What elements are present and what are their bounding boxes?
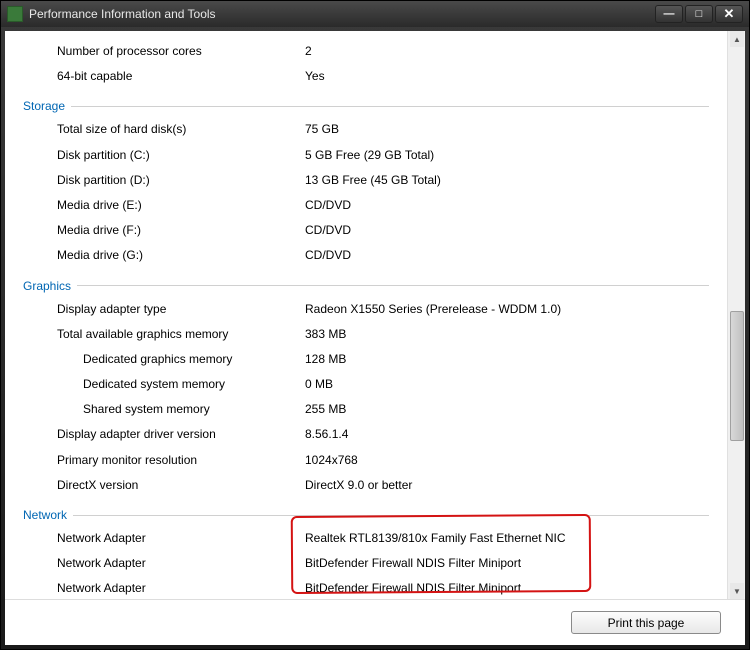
info-row: Dedicated system memory0 MB xyxy=(23,372,709,397)
info-label: Media drive (E:) xyxy=(57,196,305,215)
info-label: Network Adapter xyxy=(57,554,305,573)
content-area: Number of processor cores264-bit capable… xyxy=(5,31,745,645)
info-label: Disk partition (D:) xyxy=(57,171,305,190)
section-heading: Storage xyxy=(23,99,709,113)
info-value: BitDefender Firewall NDIS Filter Minipor… xyxy=(305,579,521,598)
info-label: Display adapter type xyxy=(57,300,305,319)
section-heading-label: Storage xyxy=(23,99,65,113)
app-icon xyxy=(7,6,23,22)
scroll-up-arrow-icon[interactable]: ▲ xyxy=(730,31,744,47)
info-value: 75 GB xyxy=(305,120,339,139)
info-row: Dedicated graphics memory128 MB xyxy=(23,347,709,372)
window-title: Performance Information and Tools xyxy=(29,7,655,21)
info-label: Disk partition (C:) xyxy=(57,146,305,165)
info-value: DirectX 9.0 or better xyxy=(305,476,412,495)
scrollbar-thumb[interactable] xyxy=(730,311,744,441)
info-label: Network Adapter xyxy=(57,579,305,598)
info-value: 128 MB xyxy=(305,350,346,369)
info-label: Media drive (F:) xyxy=(57,221,305,240)
scroll-viewport: Number of processor cores264-bit capable… xyxy=(5,31,727,599)
section-heading-label: Graphics xyxy=(23,279,71,293)
divider xyxy=(71,106,709,107)
info-value: CD/DVD xyxy=(305,196,351,215)
info-value: BitDefender Firewall NDIS Filter Minipor… xyxy=(305,554,521,573)
info-label: Media drive (G:) xyxy=(57,246,305,265)
info-row: Network AdapterBitDefender Firewall NDIS… xyxy=(23,576,709,599)
divider xyxy=(77,285,709,286)
info-row: Total available graphics memory383 MB xyxy=(23,322,709,347)
info-value: 13 GB Free (45 GB Total) xyxy=(305,171,441,190)
info-row: Number of processor cores2 xyxy=(23,39,709,64)
info-row: Media drive (E:)CD/DVD xyxy=(23,193,709,218)
info-row: Disk partition (C:)5 GB Free (29 GB Tota… xyxy=(23,143,709,168)
window-controls: — □ ✕ xyxy=(655,5,743,23)
info-label: DirectX version xyxy=(57,476,305,495)
info-value: Yes xyxy=(305,67,325,86)
info-label: Number of processor cores xyxy=(57,42,305,61)
info-value: 2 xyxy=(305,42,312,61)
info-label: Network Adapter xyxy=(57,529,305,548)
info-value: 1024x768 xyxy=(305,451,358,470)
titlebar[interactable]: Performance Information and Tools — □ ✕ xyxy=(1,1,749,27)
info-label: Dedicated system memory xyxy=(83,375,305,394)
info-row: Network AdapterBitDefender Firewall NDIS… xyxy=(23,551,709,576)
info-label: Display adapter driver version xyxy=(57,425,305,444)
info-value: 383 MB xyxy=(305,325,346,344)
info-value: CD/DVD xyxy=(305,221,351,240)
info-row: DirectX versionDirectX 9.0 or better xyxy=(23,473,709,498)
info-value: 8.56.1.4 xyxy=(305,425,348,444)
info-row: Disk partition (D:)13 GB Free (45 GB Tot… xyxy=(23,168,709,193)
info-row: Shared system memory255 MB xyxy=(23,397,709,422)
info-label: Shared system memory xyxy=(83,400,305,419)
footer-bar: Print this page xyxy=(5,599,745,645)
info-value: 5 GB Free (29 GB Total) xyxy=(305,146,434,165)
info-value: Realtek RTL8139/810x Family Fast Etherne… xyxy=(305,529,566,548)
print-page-button[interactable]: Print this page xyxy=(571,611,721,634)
info-row: Network AdapterRealtek RTL8139/810x Fami… xyxy=(23,526,709,551)
info-row: Total size of hard disk(s)75 GB xyxy=(23,117,709,142)
info-row: Display adapter driver version8.56.1.4 xyxy=(23,422,709,447)
info-value: 255 MB xyxy=(305,400,346,419)
info-row: Primary monitor resolution1024x768 xyxy=(23,448,709,473)
minimize-button[interactable]: — xyxy=(655,5,683,23)
section-heading: Network xyxy=(23,508,709,522)
info-value: 0 MB xyxy=(305,375,333,394)
section-heading-label: Network xyxy=(23,508,67,522)
info-label: Total available graphics memory xyxy=(57,325,305,344)
scroll-down-arrow-icon[interactable]: ▼ xyxy=(730,583,744,599)
info-value: Radeon X1550 Series (Prerelease - WDDM 1… xyxy=(305,300,561,319)
vertical-scrollbar[interactable]: ▲ ▼ xyxy=(727,31,745,599)
divider xyxy=(73,515,709,516)
info-row: 64-bit capableYes xyxy=(23,64,709,89)
info-label: Dedicated graphics memory xyxy=(83,350,305,369)
info-value: CD/DVD xyxy=(305,246,351,265)
info-label: Primary monitor resolution xyxy=(57,451,305,470)
app-window: Performance Information and Tools — □ ✕ … xyxy=(0,0,750,650)
info-label: Total size of hard disk(s) xyxy=(57,120,305,139)
section-heading: Graphics xyxy=(23,279,709,293)
info-row: Display adapter typeRadeon X1550 Series … xyxy=(23,297,709,322)
info-row: Media drive (G:)CD/DVD xyxy=(23,243,709,268)
close-button[interactable]: ✕ xyxy=(715,5,743,23)
info-label: 64-bit capable xyxy=(57,67,305,86)
info-row: Media drive (F:)CD/DVD xyxy=(23,218,709,243)
maximize-button[interactable]: □ xyxy=(685,5,713,23)
